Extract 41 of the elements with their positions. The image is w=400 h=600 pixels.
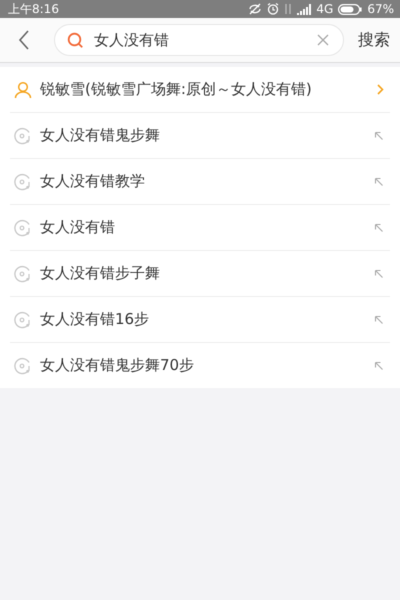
suggestion-item[interactable]: 女人没有错鬼步舞70步 — [10, 342, 390, 388]
disc-icon — [14, 264, 32, 282]
search-icon — [67, 32, 84, 48]
back-icon — [18, 30, 30, 50]
suggestion-text: 女人没有错 — [40, 218, 116, 237]
suggestion-item[interactable]: 女人没有错步子舞 — [10, 250, 390, 296]
chevron-right-icon — [377, 84, 384, 95]
suggestion-item[interactable]: 女人没有错16步 — [10, 296, 390, 342]
search-query: 女人没有错 — [94, 30, 170, 50]
fill-arrow-icon[interactable] — [374, 268, 384, 278]
fill-arrow-icon[interactable] — [374, 176, 384, 186]
person-icon — [14, 80, 32, 98]
fill-arrow-icon[interactable] — [374, 314, 384, 324]
battery-percent: 67% — [367, 2, 394, 16]
suggestion-item[interactable]: 女人没有错 — [10, 204, 390, 250]
suggestion-item[interactable]: 锐敏雪(锐敏雪广场舞:原创～女人没有错) — [10, 67, 390, 112]
disc-icon — [14, 356, 32, 374]
disc-icon — [14, 126, 32, 144]
suggestion-item[interactable]: 女人没有错鬼步舞 — [10, 112, 390, 158]
suggestion-item[interactable]: 女人没有错教学 — [10, 158, 390, 204]
disc-icon — [14, 218, 32, 236]
suggestion-text: 女人没有错16步 — [40, 310, 150, 329]
fill-arrow-icon[interactable] — [374, 130, 384, 140]
suggestion-text: 女人没有错鬼步舞 — [40, 126, 161, 145]
alarm-icon — [267, 3, 280, 15]
suggestion-text: 女人没有错教学 — [40, 172, 146, 191]
disc-icon — [14, 310, 32, 328]
fill-arrow-icon[interactable] — [374, 360, 384, 370]
search-field[interactable]: 女人没有错 — [54, 24, 344, 56]
battery-icon — [338, 4, 362, 14]
status-time: 上午8:16 — [8, 0, 59, 18]
network-type: 4G — [316, 2, 334, 16]
search-button[interactable]: 搜索 — [358, 30, 390, 50]
fill-arrow-icon[interactable] — [374, 222, 384, 232]
sync-off-icon — [248, 3, 262, 15]
signal-icon — [297, 4, 312, 14]
suggestion-text: 女人没有错步子舞 — [40, 264, 161, 283]
clear-icon[interactable] — [317, 34, 329, 46]
suggestion-text: 锐敏雪(锐敏雪广场舞:原创～女人没有错) — [40, 80, 313, 99]
suggestion-text: 女人没有错鬼步舞70步 — [40, 356, 196, 375]
disc-icon — [14, 172, 32, 190]
